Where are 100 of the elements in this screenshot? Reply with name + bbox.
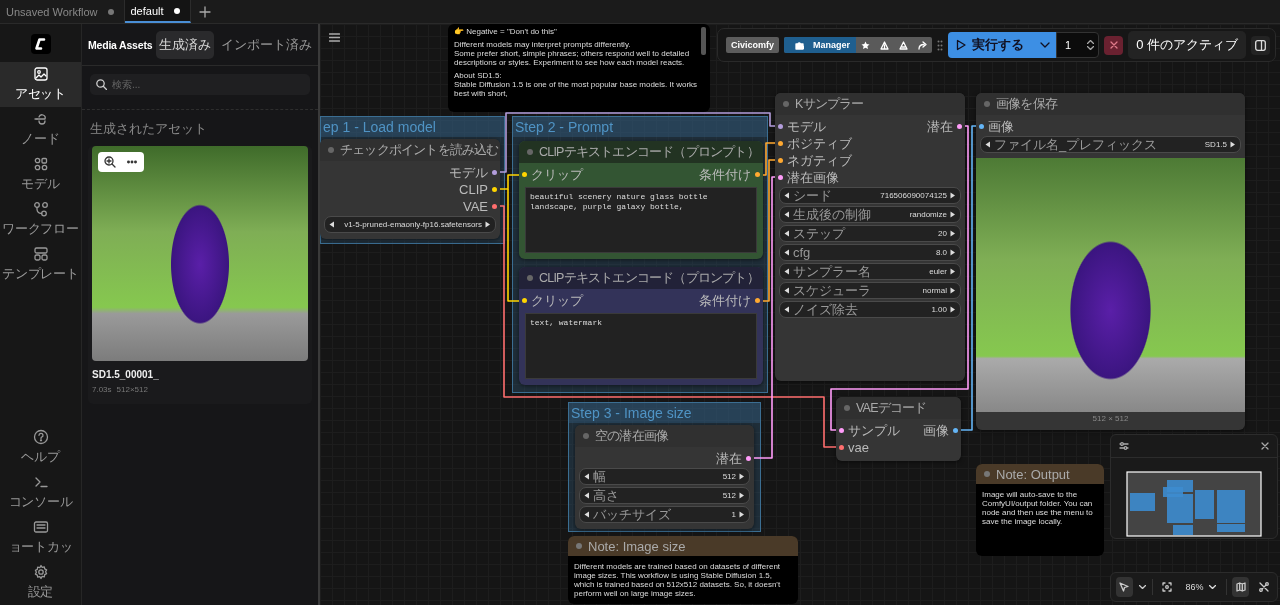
slot-dot[interactable] [778,124,783,129]
panel-toggle-button[interactable] [1251,35,1270,55]
node-header[interactable]: Kサンプラー [775,93,965,115]
search-field[interactable]: 検索... [90,74,310,95]
sidebar-item[interactable]: ノード [0,107,81,152]
slot-dot[interactable] [778,141,783,146]
graph-node[interactable]: 画像を保存 画像 ファイル名_プレフィックス SD1.5 512 × 512 [976,93,1245,430]
arrow-left-icon[interactable] [584,511,590,518]
node-widget[interactable]: v1-5-pruned-emaonly-fp16.safetensors [324,216,496,233]
scrollbar-thumb[interactable] [701,27,706,55]
node-widget[interactable]: 幅 512 [579,468,750,485]
sidebar-item[interactable]: アセット [0,62,81,107]
civicomfy-button[interactable]: Civicomfy [726,37,779,53]
triangle-icon[interactable] [899,40,909,50]
node-header[interactable]: Note: Output [976,464,1104,484]
queue-status-button[interactable]: 0 件のアクティブ [1128,31,1246,59]
graph-node[interactable]: CLIPテキストエンコード（プロンプト） クリップ 条件付け beautiful scenery nature glass bottle landscape, purple galaxy bottle, [519,141,763,259]
link-wire[interactable] [762,142,776,176]
node-header[interactable]: CLIPテキストエンコード（プロンプト） [519,141,763,163]
close-icon[interactable] [1261,442,1269,450]
zoom-in-icon[interactable] [104,156,116,168]
arrow-left-icon[interactable] [584,473,590,480]
minimap-toggle-button[interactable] [1232,577,1250,597]
asset-card[interactable]: SD1.5_00001_ 7.03s 512×512 [88,146,312,404]
node-widget[interactable]: サンプラー名 euler [779,263,961,280]
slot-dot[interactable] [979,124,984,129]
zoom-dropdown[interactable]: 86% [1181,582,1220,592]
add-tab-icon[interactable] [198,5,211,18]
arrow-left-icon[interactable] [784,306,790,313]
slot-dot[interactable] [492,204,497,209]
node-widget[interactable]: ステップ 20 [779,225,961,242]
slot-dot[interactable] [953,428,958,433]
arrow-left-icon[interactable] [985,141,991,148]
slot-dot[interactable] [839,445,844,450]
minimap-drawing[interactable] [1126,468,1262,538]
batch-count-field[interactable]: 1 [1056,32,1100,58]
arrow-right-icon[interactable] [950,306,956,313]
run-button[interactable]: 実行する [948,32,1059,58]
node-widget[interactable]: バッチサイズ 1 [579,506,750,523]
arrow-left-icon[interactable] [784,211,790,218]
node-widget[interactable]: スケジューラ normal [779,282,961,299]
node-header[interactable]: Note: Image size [568,536,798,556]
prompt-text-field[interactable]: text, watermark [525,313,757,379]
chevron-up-icon[interactable] [1087,40,1095,44]
arrow-right-icon[interactable] [1230,141,1236,148]
node-header[interactable]: VAEデコード [836,397,961,419]
sidebar-item[interactable]: 設定 [0,560,81,605]
graph-node[interactable]: VAEデコード サンプル 画像 vae [836,397,961,461]
chevron-down-icon[interactable] [1138,585,1146,589]
triangle-icon[interactable] [880,40,890,50]
select-tool-button[interactable] [1116,577,1133,597]
drag-handle-icon[interactable] [937,39,944,51]
graph-node[interactable]: CLIPテキストエンコード（プロンプト） クリップ 条件付け text, watermark [519,267,763,385]
slot-dot[interactable] [839,428,844,433]
arrow-left-icon[interactable] [784,287,790,294]
arrow-right-icon[interactable] [950,268,956,275]
share-arrow-icon[interactable] [918,40,928,50]
node-widget[interactable]: ノイズ除去 1.00 [779,301,961,318]
logo-icon[interactable] [30,34,51,54]
menu-icon[interactable] [329,33,340,42]
arrow-right-icon[interactable] [485,221,491,228]
node-widget[interactable]: シード 716506090074125 [779,187,961,204]
node-widget[interactable]: cfg 8.0 [779,244,961,261]
link-wire[interactable] [762,159,776,302]
slot-dot[interactable] [522,298,527,303]
graph-node[interactable]: Kサンプラー モデル 潜在 ポジティブ ネガティブ 潜在画像 シード 716506090074125 生成後の制御 randomize ステップ 20 cfg 8.0 サンプラー名 euler スケジューラ normal ノイズ除去 1.00 [775,93,965,381]
sidebar-item[interactable]: コンソール [0,470,81,515]
arrow-left-icon[interactable] [784,192,790,199]
arrow-right-icon[interactable] [739,473,745,480]
arrow-right-icon[interactable] [950,192,956,199]
slot-dot[interactable] [755,172,760,177]
arrow-left-icon[interactable] [329,221,335,228]
arrow-left-icon[interactable] [584,492,590,499]
arrow-left-icon[interactable] [784,230,790,237]
link-wire[interactable] [753,176,776,459]
workflow-tab[interactable]: Unsaved Workflow [0,0,125,23]
star-icon[interactable] [861,40,871,50]
sidebar-item[interactable]: モデル [0,152,81,197]
workflow-tab[interactable]: default [124,0,191,23]
node-header[interactable]: CLIPテキストエンコード（プロンプト） [519,267,763,289]
asset-tab[interactable]: 生成済み [156,30,215,59]
arrow-right-icon[interactable] [950,249,956,256]
arrow-right-icon[interactable] [950,287,956,294]
cancel-button[interactable] [1104,35,1124,55]
slot-dot[interactable] [778,175,783,180]
slot-dot[interactable] [778,158,783,163]
note-node[interactable] [568,536,798,604]
sidebar-item[interactable]: ヘルプ [0,425,81,470]
slot-dot[interactable] [492,187,497,192]
node-widget[interactable]: ファイル名_プレフィックス SD1.5 [980,136,1241,153]
sidebar-item[interactable]: ワークフロー [0,197,81,242]
arrow-right-icon[interactable] [950,211,956,218]
node-widget[interactable]: 生成後の制御 randomize [779,206,961,223]
node-header[interactable]: 空の潜在画像 [575,425,754,447]
slot-dot[interactable] [522,172,527,177]
graph-node[interactable]: 空の潜在画像 潜在 幅 512 高さ 512 バッチサイズ 1 [575,425,754,529]
arrow-left-icon[interactable] [784,249,790,256]
arrow-left-icon[interactable] [784,268,790,275]
prompt-text-field[interactable]: beautiful scenery nature glass bottle landscape, purple galaxy bottle, [525,187,757,253]
settings-sliders-icon[interactable] [1119,441,1129,451]
